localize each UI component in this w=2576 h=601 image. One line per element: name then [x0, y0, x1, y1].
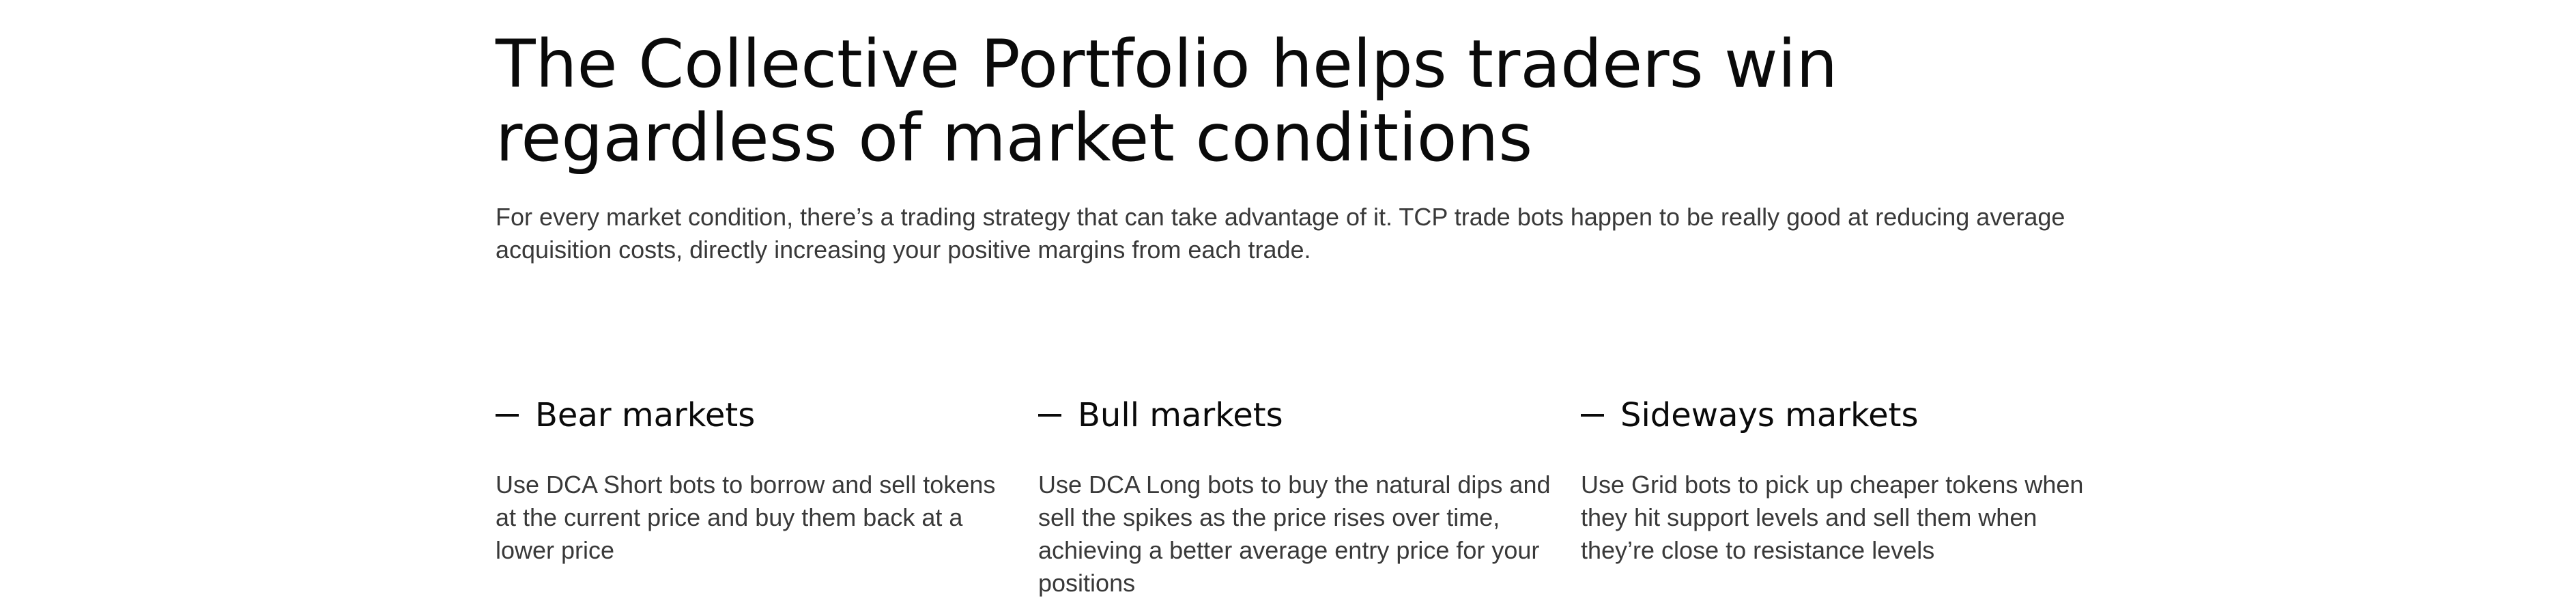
hero-section: The Collective Portfolio helps traders w… [496, 0, 2086, 266]
market-card-description: Use DCA Short bots to borrow and sell to… [496, 471, 996, 564]
dash-icon [1038, 414, 1061, 417]
market-card-bull: Bull markets Use DCA Long bots to buy th… [1038, 391, 1581, 600]
dash-icon [1581, 414, 1604, 417]
market-card-heading: Bear markets [496, 391, 1038, 440]
market-card-bear: Bear markets Use DCA Short bots to borro… [496, 391, 1038, 600]
market-card-title: Bear markets [535, 396, 756, 434]
market-card-heading: Sideways markets [1581, 391, 2123, 440]
market-card-description: Use Grid bots to pick up cheaper tokens … [1581, 471, 2084, 564]
market-card-title: Sideways markets [1620, 396, 1919, 434]
market-card-title: Bull markets [1078, 396, 1283, 434]
market-card-sideways: Sideways markets Use Grid bots to pick u… [1581, 391, 2123, 600]
market-card-description: Use DCA Long bots to buy the natural dip… [1038, 471, 1551, 597]
market-card-heading: Bull markets [1038, 391, 1581, 440]
dash-icon [496, 414, 519, 417]
hero-description: For every market condition, there’s a tr… [496, 203, 2065, 264]
page-title: The Collective Portfolio helps traders w… [496, 26, 1838, 176]
market-conditions-list: Bear markets Use DCA Short bots to borro… [496, 391, 2086, 600]
